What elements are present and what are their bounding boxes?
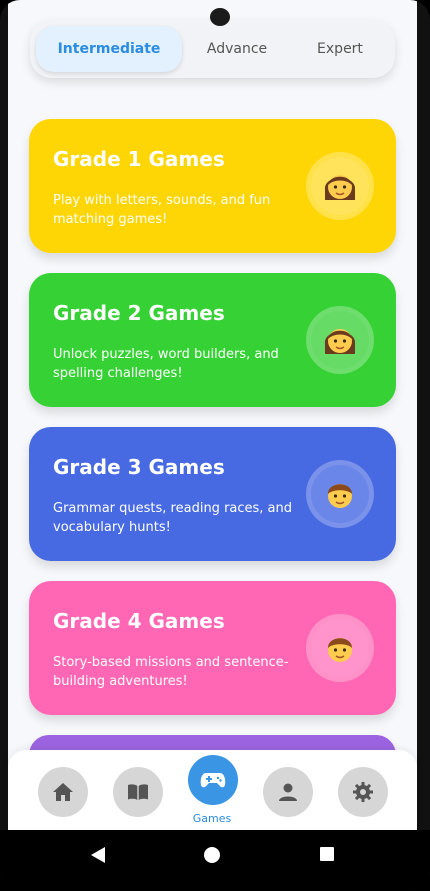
system-navigation-bar bbox=[0, 830, 430, 891]
card-title: Grade 1 Games bbox=[53, 147, 225, 171]
recents-icon[interactable] bbox=[320, 847, 334, 861]
front-camera bbox=[210, 8, 230, 26]
settings-icon bbox=[353, 782, 373, 802]
card-title: Grade 4 Games bbox=[53, 609, 225, 633]
card-title: Grade 3 Games bbox=[53, 455, 225, 479]
profile-icon bbox=[279, 783, 297, 801]
card-description: Story-based missions and sentence-buildi… bbox=[53, 655, 289, 689]
home-circle-icon[interactable] bbox=[204, 847, 220, 863]
card-description: Grammar quests, reading races, and vocab… bbox=[53, 501, 293, 535]
nav-settings-button[interactable] bbox=[338, 767, 388, 817]
card-description: Play with letters, sounds, and fun match… bbox=[53, 193, 271, 227]
gamepad-icon bbox=[200, 773, 226, 788]
grade-1-card[interactable]: Grade 1 Games Play with letters, sounds,… bbox=[29, 119, 396, 253]
book-icon bbox=[128, 784, 148, 800]
level-tabs: Intermediate Advance Expert bbox=[30, 20, 395, 78]
avatar-ring bbox=[306, 460, 374, 528]
avatar-ring bbox=[306, 306, 374, 374]
nav-games-button[interactable] bbox=[188, 755, 238, 805]
card-description: Unlock puzzles, word builders, and spell… bbox=[53, 347, 279, 381]
grade-3-card[interactable]: Grade 3 Games Grammar quests, reading ra… bbox=[29, 427, 396, 561]
boy-face-icon bbox=[311, 619, 369, 677]
avatar-ring bbox=[306, 614, 374, 682]
card-title: Grade 2 Games bbox=[53, 301, 225, 325]
nav-profile-button[interactable] bbox=[263, 767, 313, 817]
grade-2-card[interactable]: Grade 2 Games Unlock puzzles, word build… bbox=[29, 273, 396, 407]
girl-face-icon bbox=[311, 311, 369, 369]
app-screen: Intermediate Advance Expert Grade 1 Game… bbox=[8, 0, 417, 830]
boy-face-icon bbox=[311, 465, 369, 523]
nav-games-label[interactable]: Games bbox=[189, 812, 235, 825]
phone-frame: Intermediate Advance Expert Grade 1 Game… bbox=[0, 0, 430, 891]
back-icon[interactable] bbox=[91, 847, 105, 863]
tab-expert[interactable]: Expert bbox=[292, 26, 388, 72]
girl-face-icon bbox=[311, 157, 369, 215]
nav-home-button[interactable] bbox=[38, 767, 88, 817]
tab-advance[interactable]: Advance bbox=[182, 26, 292, 72]
avatar-ring bbox=[306, 152, 374, 220]
nav-lessons-button[interactable] bbox=[113, 767, 163, 817]
bottom-navigation: Games bbox=[8, 750, 417, 830]
grade-4-card[interactable]: Grade 4 Games Story-based missions and s… bbox=[29, 581, 396, 715]
tab-intermediate[interactable]: Intermediate bbox=[36, 26, 182, 72]
home-icon bbox=[53, 783, 73, 801]
